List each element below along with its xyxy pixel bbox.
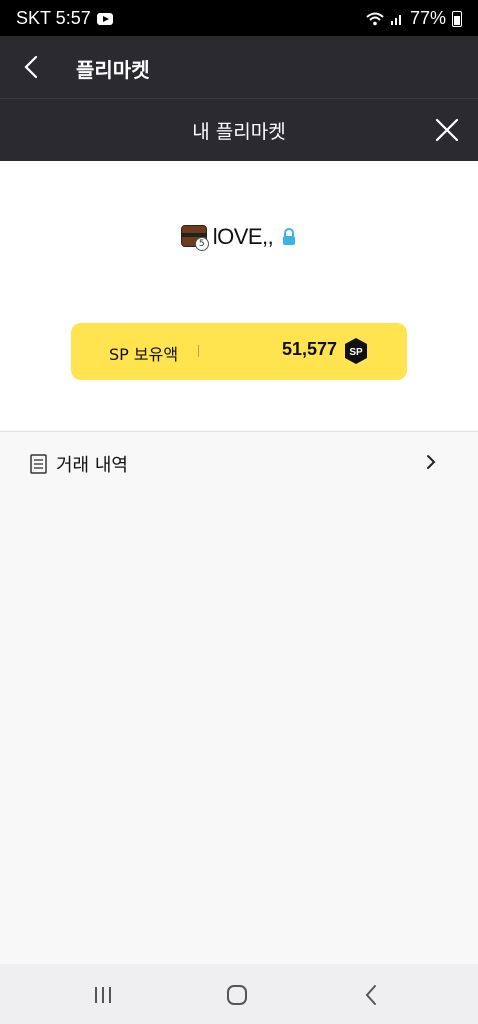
signal-icon bbox=[390, 14, 401, 25]
avatar: 5 bbox=[180, 223, 209, 251]
system-nav-bar bbox=[0, 964, 478, 1024]
username: lOVE,, bbox=[212, 224, 274, 249]
battery-icon bbox=[452, 10, 462, 27]
user-row: 5 lOVE,, bbox=[0, 223, 478, 251]
sp-balance-label: SP 보유액 bbox=[109, 345, 179, 364]
back-icon bbox=[365, 985, 376, 1005]
lock-icon bbox=[283, 228, 296, 245]
battery-percent: 77% bbox=[409, 8, 446, 28]
app-bar: 플리마켓 bbox=[0, 36, 478, 98]
sp-coin-icon: SP bbox=[345, 338, 367, 364]
close-button[interactable] bbox=[434, 117, 460, 143]
status-bar: SKT 5:57 77% bbox=[0, 0, 478, 36]
avatar-level-badge: 5 bbox=[194, 237, 209, 251]
chevron-right-icon bbox=[427, 455, 436, 469]
close-icon bbox=[435, 118, 459, 142]
profile-section: 5 lOVE,, SP 보유액 51,577 SP bbox=[0, 161, 478, 430]
back-button[interactable] bbox=[18, 54, 44, 80]
app-title: 플리마켓 bbox=[76, 58, 150, 82]
home-icon bbox=[227, 985, 247, 1005]
sp-balance-card: SP 보유액 51,577 SP bbox=[71, 323, 407, 380]
status-carrier-time: SKT 5:57 bbox=[16, 8, 91, 28]
page-title: 내 플리마켓 bbox=[192, 121, 286, 143]
transaction-history-row[interactable]: 거래 내역 bbox=[0, 431, 478, 492]
chevron-left-icon bbox=[24, 55, 38, 79]
system-back-button[interactable] bbox=[356, 982, 386, 1008]
recents-icon bbox=[95, 987, 111, 1003]
sub-header: 내 플리마켓 bbox=[0, 98, 478, 161]
divider bbox=[198, 345, 199, 357]
recents-button[interactable] bbox=[88, 982, 118, 1008]
sp-badge-text: SP bbox=[349, 347, 363, 358]
home-button[interactable] bbox=[222, 982, 252, 1008]
sp-balance-value: 51,577 bbox=[281, 339, 337, 359]
transaction-history-label: 거래 내역 bbox=[56, 455, 128, 476]
wifi-icon bbox=[366, 12, 384, 25]
youtube-icon bbox=[96, 12, 113, 25]
document-icon bbox=[30, 454, 47, 474]
